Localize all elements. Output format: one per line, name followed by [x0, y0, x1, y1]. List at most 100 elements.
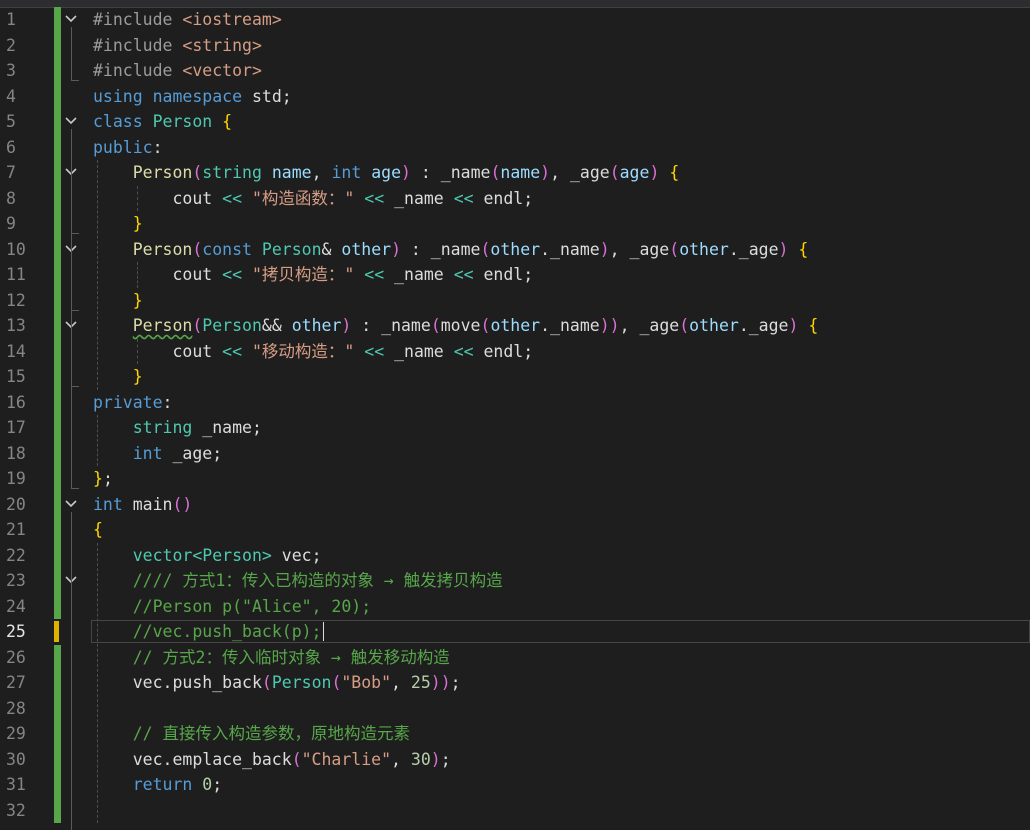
- code-line-12[interactable]: 12 }: [0, 287, 1030, 314]
- change-bar: [54, 313, 61, 339]
- code-line-24[interactable]: 24 //Person p("Alice", 20);: [0, 593, 1030, 620]
- line-number: 20: [6, 494, 26, 514]
- code-text[interactable]: cout << "拷贝构造：" << _name << endl;: [93, 262, 533, 288]
- indent-guide: [97, 542, 98, 823]
- code-text[interactable]: // 方式2：传入临时对象 → 触发移动构造: [93, 645, 450, 671]
- code-text[interactable]: };: [93, 466, 113, 492]
- code-text[interactable]: // 直接传入构造参数，原地构造元素: [93, 721, 410, 747]
- code-line-23[interactable]: 23 //// 方式1：传入已构造的对象 → 触发拷贝构造: [0, 568, 1030, 594]
- code-line-11[interactable]: 11 cout << "拷贝构造：" << _name << endl;: [0, 262, 1030, 288]
- change-bar: [54, 185, 61, 211]
- code-line-3[interactable]: 3 #include <vector>: [0, 58, 1030, 84]
- code-line-27[interactable]: 27 vec.push_back(Person("Bob", 25));: [0, 670, 1030, 696]
- code-text[interactable]: Person(Person&& other) : _name(move(othe…: [93, 313, 819, 339]
- indent-guide: [97, 415, 98, 466]
- change-bar: [54, 721, 61, 747]
- change-bar: [54, 83, 61, 109]
- code-text[interactable]: {: [93, 517, 103, 543]
- code-line-18[interactable]: 18 int _age;: [0, 440, 1030, 467]
- fold-guide: [71, 180, 72, 233]
- code-line-7[interactable]: 7 Person(string name, int age) : _name(n…: [0, 160, 1030, 186]
- change-bar: [54, 134, 61, 160]
- line-number: 3: [6, 61, 16, 80]
- code-line-30[interactable]: 30 vec.emplace_back("Charlie", 30);: [0, 746, 1030, 773]
- change-bar: [54, 695, 61, 721]
- indent-guide: [137, 262, 138, 288]
- code-line-6[interactable]: 6 public:: [0, 134, 1030, 161]
- fold-guide: [71, 511, 72, 830]
- code-text[interactable]: int main(): [93, 492, 192, 518]
- change-bar: [54, 491, 61, 517]
- code-text[interactable]: }: [93, 288, 143, 314]
- code-text[interactable]: int _age;: [93, 441, 222, 467]
- line-number: 25: [6, 622, 26, 641]
- line-number: 21: [6, 520, 26, 539]
- change-bar: [54, 415, 61, 441]
- code-line-15[interactable]: 15 }: [0, 364, 1030, 390]
- code-line-10[interactable]: 10 Person(const Person& other) : _name(o…: [0, 236, 1030, 263]
- code-line-21[interactable]: 21 {: [0, 517, 1030, 543]
- code-line-5[interactable]: 5 class Person {: [0, 109, 1030, 135]
- code-line-17[interactable]: 17 string _name;: [0, 415, 1030, 441]
- text-caret: [323, 622, 324, 641]
- code-text[interactable]: }: [93, 211, 143, 237]
- code-text[interactable]: using namespace std;: [93, 84, 292, 110]
- code-line-4[interactable]: 4 using namespace std;: [0, 83, 1030, 110]
- code-text[interactable]: class Person {: [93, 109, 232, 135]
- code-text[interactable]: //Person p("Alice", 20);: [93, 594, 371, 620]
- code-line-1[interactable]: 1 #include <iostream>: [0, 7, 1030, 33]
- fold-end: [71, 233, 79, 234]
- change-bar: [54, 797, 61, 823]
- code-text[interactable]: #include <string>: [93, 33, 262, 59]
- indent-guide: [137, 185, 138, 211]
- fold-end: [71, 309, 79, 311]
- code-line-26[interactable]: 26 // 方式2：传入临时对象 → 触发移动构造: [0, 644, 1030, 671]
- code-line-22[interactable]: 22 vector<Person> vec;: [0, 542, 1030, 569]
- fold-end: [71, 80, 79, 81]
- code-text[interactable]: vec.push_back(Person("Bob", 25));: [93, 670, 461, 696]
- change-bar: [54, 287, 61, 313]
- change-bar: [54, 211, 61, 237]
- code-line-19[interactable]: 19};: [0, 466, 1030, 492]
- indent-guide: [97, 160, 98, 390]
- line-number: 4: [6, 86, 16, 106]
- code-text[interactable]: vec.emplace_back("Charlie", 30);: [93, 747, 451, 773]
- code-text[interactable]: private:: [93, 390, 172, 416]
- line-number: 19: [6, 469, 26, 488]
- change-bar: [54, 517, 61, 543]
- code-line-16[interactable]: 16 private:: [0, 389, 1030, 416]
- line-number: 11: [6, 265, 26, 284]
- code-line-13[interactable]: 13 Person(Person&& other) : _name(move(o…: [0, 313, 1030, 339]
- code-editor[interactable]: 1 #include <iostream> 2 #include <string> 3 #…: [0, 7, 1030, 830]
- change-bar: [54, 160, 61, 186]
- code-text[interactable]: Person(string name, int age) : _name(nam…: [93, 160, 680, 186]
- line-number: 30: [6, 749, 26, 769]
- code-line-2[interactable]: 2 #include <string>: [0, 32, 1030, 59]
- code-text[interactable]: #include <iostream>: [93, 7, 282, 33]
- code-line-14[interactable]: 14 cout << "移动构造：" << _name << endl;: [0, 338, 1030, 365]
- code-line-28[interactable]: 28: [0, 695, 1030, 721]
- code-text[interactable]: }: [93, 364, 143, 390]
- code-text[interactable]: return 0;: [93, 772, 222, 798]
- change-bar: [54, 466, 61, 492]
- code-line-29[interactable]: 29 // 直接传入构造参数，原地构造元素: [0, 721, 1030, 747]
- code-text[interactable]: vector<Person> vec;: [93, 543, 322, 569]
- change-bar: [54, 58, 61, 84]
- code-text[interactable]: Person(const Person& other) : _name(othe…: [93, 237, 809, 263]
- code-line-32[interactable]: 32: [0, 797, 1030, 823]
- code-line-31[interactable]: 31 return 0;: [0, 772, 1030, 798]
- change-bar: [54, 440, 61, 466]
- code-text[interactable]: cout << "移动构造：" << _name << endl;: [93, 339, 533, 365]
- code-line-9[interactable]: 9 }: [0, 211, 1030, 237]
- code-text[interactable]: //// 方式1：传入已构造的对象 → 触发拷贝构造: [93, 568, 503, 594]
- fold-end: [71, 386, 79, 387]
- code-line-20[interactable]: 20 int main(): [0, 491, 1030, 518]
- code-text[interactable]: string _name;: [93, 415, 262, 441]
- change-bar: [54, 109, 61, 135]
- line-number: 32: [6, 800, 26, 820]
- code-text[interactable]: cout << "构造函数：" << _name << endl;: [93, 186, 533, 212]
- code-line-8[interactable]: 8 cout << "构造函数：" << _name << endl;: [0, 185, 1030, 212]
- line-number: 6: [6, 137, 16, 157]
- code-text[interactable]: #include <vector>: [93, 58, 262, 84]
- code-text[interactable]: public:: [93, 135, 163, 161]
